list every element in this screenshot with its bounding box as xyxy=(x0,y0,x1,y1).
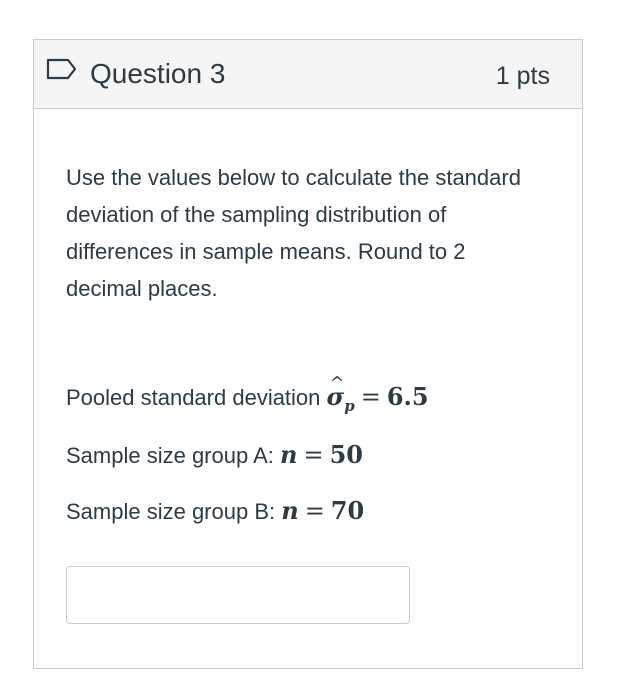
pooled-sd-line: Pooled standard deviation ^ σp = 6.5 xyxy=(66,373,429,421)
pooled-subscript: p xyxy=(344,397,355,415)
question-card: Question 3 1 pts Use the values below to… xyxy=(33,39,583,669)
flag-icon[interactable] xyxy=(46,58,78,80)
sample-size-b-math: n = 70 xyxy=(281,496,365,525)
question-title: Question 3 xyxy=(90,58,226,89)
sample-size-a-math: n = 50 xyxy=(280,440,363,469)
question-prompt: Use the values below to calculate the st… xyxy=(66,165,521,301)
question-points: 1 pts xyxy=(495,62,550,90)
pooled-sd-math: ^ σp = 6.5 xyxy=(326,373,429,415)
sample-size-a-label: Sample size group A: xyxy=(66,443,274,468)
sample-size-a-value: 50 xyxy=(329,440,363,469)
answer-input[interactable] xyxy=(66,566,410,624)
question-header: Question 3 1 pts xyxy=(34,40,582,109)
n-symbol: n xyxy=(280,440,298,469)
sample-size-b-value: 70 xyxy=(330,496,365,525)
sample-size-b-label: Sample size group B: xyxy=(66,499,276,524)
n-symbol: n xyxy=(281,496,299,525)
sample-size-a-line: Sample size group A: n = 50 xyxy=(66,440,363,471)
pooled-sd-value: 6.5 xyxy=(386,382,429,411)
pooled-sd-label: Pooled standard deviation xyxy=(66,385,321,410)
sample-size-b-line: Sample size group B: n = 70 xyxy=(66,496,364,527)
sigma-hat-symbol: ^ σ xyxy=(326,373,345,411)
